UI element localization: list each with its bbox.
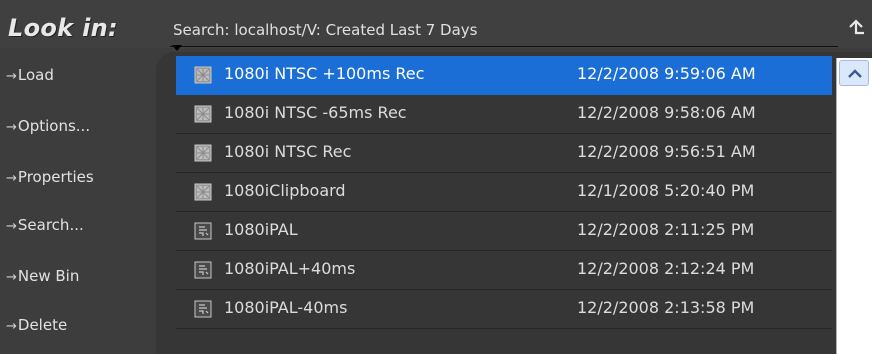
clip-icon [194,144,212,162]
arrow-icon: → [6,171,17,186]
item-name: 1080i NTSC Rec [224,142,352,161]
list-item[interactable]: 1080iPAL-40ms 12/2/2008 2:13:58 PM [176,290,832,329]
list-item[interactable]: 1080i NTSC -65ms Rec 12/2/2008 9:58:06 A… [176,95,832,134]
item-date: 12/2/2008 9:59:06 AM [577,64,756,83]
clip-icon [194,66,212,84]
dropdown-marker-icon[interactable] [172,45,182,51]
item-date: 12/2/2008 9:58:06 AM [577,103,756,122]
new-bin-command[interactable]: →New Bin [6,267,79,291]
bin-list: 1080i NTSC +100ms Rec 12/2/2008 9:59:06 … [176,56,848,354]
command-label: New Bin [17,267,80,285]
look-in-label: Look in: [8,14,118,42]
list-item[interactable]: 1080iPAL+40ms 12/2/2008 2:12:24 PM [176,251,832,290]
command-label: Search... [17,216,84,234]
arrow-icon: → [6,219,17,234]
bin-list-panel: 1080i NTSC +100ms Rec 12/2/2008 9:59:06 … [156,52,872,354]
command-label: Options... [17,117,91,135]
list-item[interactable]: 1080iClipboard 12/1/2008 5:20:40 PM [176,173,832,212]
up-level-button[interactable] [845,18,867,40]
item-name: 1080iPAL [224,220,298,239]
bin-browser-window: Look in: Search: localhost/V: Created La… [0,0,872,354]
bin-icon [194,300,212,318]
search-location-text: Search: localhost/V: Created Last 7 Days [173,21,478,39]
arrow-icon: → [6,120,17,135]
clip-icon [194,105,212,123]
scroll-up-button[interactable] [839,60,869,86]
load-command[interactable]: →Load [6,66,54,90]
item-date: 12/1/2008 5:20:40 PM [577,181,755,200]
bin-icon [194,261,212,279]
item-name: 1080iPAL-40ms [224,298,348,317]
vertical-scrollbar[interactable] [836,58,872,354]
command-label: Delete [17,316,68,334]
item-name: 1080i NTSC -65ms Rec [224,103,407,122]
options-command[interactable]: →Options... [6,117,90,141]
item-name: 1080iPAL+40ms [224,259,356,278]
item-date: 12/2/2008 2:12:24 PM [577,259,755,278]
chevron-up-icon [848,69,862,78]
up-arrow-icon [849,19,864,35]
delete-command[interactable]: →Delete [6,316,67,340]
item-name: 1080i NTSC +100ms Rec [224,64,425,83]
item-date: 12/2/2008 9:56:51 AM [577,142,756,161]
properties-command[interactable]: →Properties [6,168,94,192]
command-label: Properties [17,168,94,186]
item-date: 12/2/2008 2:11:25 PM [577,220,755,239]
item-name: 1080iClipboard [224,181,346,200]
arrow-icon: → [6,319,17,334]
clip-icon [194,183,212,201]
arrow-icon: → [6,69,17,84]
command-label: Load [17,66,54,84]
command-list: →Load →Options... →Properties →Search...… [0,50,160,354]
bin-icon [194,222,212,240]
list-item[interactable]: 1080i NTSC Rec 12/2/2008 9:56:51 AM [176,134,832,173]
header-bar: Look in: Search: localhost/V: Created La… [0,0,872,51]
search-command[interactable]: →Search... [6,216,84,240]
item-date: 12/2/2008 2:13:58 PM [577,298,755,317]
search-location-field[interactable]: Search: localhost/V: Created Last 7 Days [170,16,838,51]
arrow-icon: → [6,270,17,285]
list-item[interactable]: 1080iPAL 12/2/2008 2:11:25 PM [176,212,832,251]
list-item[interactable]: 1080i NTSC +100ms Rec 12/2/2008 9:59:06 … [176,56,832,95]
